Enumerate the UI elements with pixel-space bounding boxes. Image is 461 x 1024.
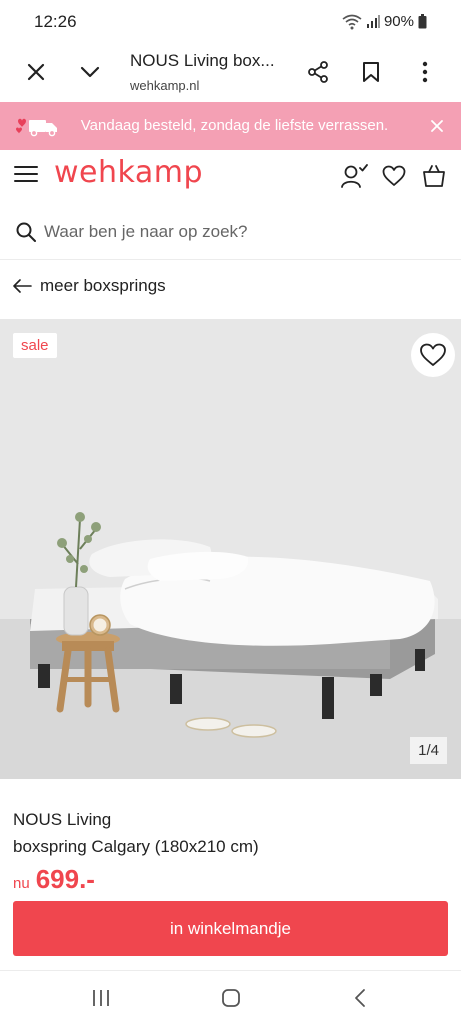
search-input[interactable] — [44, 218, 444, 246]
price: nu 699.- — [13, 864, 95, 895]
battery-icon — [418, 14, 427, 29]
status-bar: 12:26 90% — [0, 0, 461, 44]
menu-button[interactable] — [14, 164, 40, 188]
sale-badge: sale — [13, 333, 57, 358]
promo-banner: Vandaag besteld, zondag de liefste verra… — [0, 102, 461, 150]
heart-icon — [382, 165, 406, 186]
add-to-cart-button[interactable]: in winkelmandje — [13, 901, 448, 956]
account-icon — [341, 164, 368, 188]
battery-percent: 90% — [383, 13, 414, 30]
price-value: 699.- — [35, 864, 95, 894]
status-time: 12:26 — [34, 12, 77, 31]
close-icon — [27, 63, 45, 81]
add-to-wishlist-button[interactable] — [411, 333, 455, 377]
share-icon — [308, 61, 328, 83]
image-counter: 1/4 — [410, 737, 447, 764]
share-button[interactable] — [300, 54, 336, 90]
price-prefix: nu — [13, 875, 30, 892]
promo-text: Vandaag besteld, zondag de liefste verra… — [80, 117, 389, 134]
back-button[interactable] — [345, 985, 375, 1011]
product-photo — [0, 319, 461, 779]
browser-page-title[interactable]: NOUS Living box... — [130, 51, 275, 71]
heart-icon — [420, 343, 446, 366]
home-button[interactable] — [216, 985, 246, 1011]
product-image-carousel[interactable]: sale 1/4 — [0, 319, 461, 779]
promo-close-button[interactable] — [425, 114, 449, 138]
site-header: wehkamp — [0, 150, 461, 202]
menu-icon — [14, 166, 38, 182]
cart-button[interactable] — [420, 162, 448, 190]
signal-icon — [366, 14, 380, 28]
account-button[interactable] — [340, 162, 368, 190]
more-options-button[interactable] — [407, 54, 443, 90]
home-icon — [222, 989, 240, 1007]
product-name: boxspring Calgary (180x210 cm) — [13, 837, 259, 856]
browser-url[interactable]: wehkamp.nl — [130, 78, 199, 93]
recent-apps-button[interactable] — [86, 985, 116, 1011]
bookmark-button[interactable] — [353, 54, 389, 90]
arrow-left-icon — [13, 279, 32, 293]
search-icon — [16, 222, 36, 242]
recent-apps-icon — [93, 990, 109, 1006]
search-bar — [0, 202, 461, 260]
back-link-label: meer boxsprings — [40, 276, 166, 295]
minimize-button[interactable] — [72, 54, 108, 90]
wifi-icon — [342, 14, 362, 29]
close-tab-button[interactable] — [18, 54, 54, 90]
browser-toolbar: NOUS Living box... wehkamp.nl — [0, 44, 461, 102]
bag-icon — [423, 165, 445, 187]
back-icon — [355, 989, 365, 1007]
status-icons: 90% — [342, 13, 427, 30]
bookmark-icon — [363, 62, 379, 82]
chevron-down-icon — [80, 66, 100, 78]
more-vert-icon — [422, 61, 428, 83]
product-brand[interactable]: NOUS Living — [13, 810, 111, 830]
system-nav-bar — [0, 970, 461, 1024]
back-to-category-link[interactable]: meer boxsprings — [12, 276, 166, 296]
wehkamp-logo[interactable]: wehkamp — [54, 155, 203, 190]
wishlist-button[interactable] — [380, 162, 408, 190]
close-icon — [431, 120, 443, 132]
